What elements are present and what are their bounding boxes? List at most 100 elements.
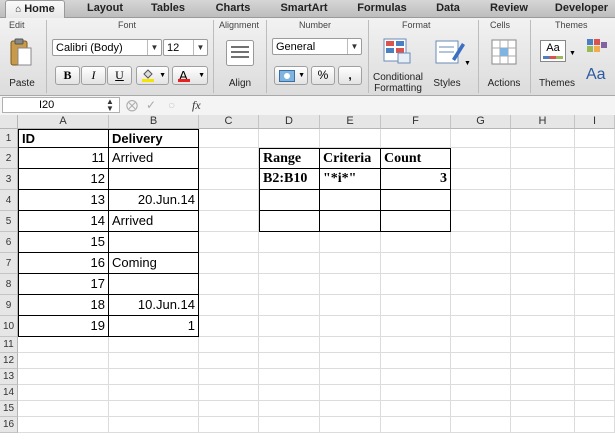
cell-f12[interactable]	[381, 353, 451, 369]
row-header-15[interactable]: 15	[0, 401, 18, 417]
cell-e5[interactable]	[320, 211, 381, 232]
cell-c13[interactable]	[199, 369, 259, 385]
cell-h1[interactable]	[511, 129, 575, 148]
cell-d13[interactable]	[259, 369, 320, 385]
cell-d10[interactable]	[259, 316, 320, 337]
cell-h7[interactable]	[511, 253, 575, 274]
cell-h2[interactable]	[511, 148, 575, 169]
cell-e16[interactable]	[320, 417, 381, 433]
row-header-1[interactable]: 1	[0, 129, 18, 148]
cell-i3[interactable]	[575, 169, 615, 190]
cell-i6[interactable]	[575, 232, 615, 253]
cell-e11[interactable]	[320, 337, 381, 353]
column-header-e[interactable]: E	[320, 115, 381, 129]
cell-d3[interactable]: B2:B10	[259, 169, 320, 190]
cell-b15[interactable]	[109, 401, 199, 417]
italic-button[interactable]: I	[81, 66, 106, 85]
cell-i9[interactable]	[575, 295, 615, 316]
cell-d14[interactable]	[259, 385, 320, 401]
cell-d8[interactable]	[259, 274, 320, 295]
cell-f16[interactable]	[381, 417, 451, 433]
column-header-b[interactable]: B	[109, 115, 199, 129]
cell-i10[interactable]	[575, 316, 615, 337]
cell-i4[interactable]	[575, 190, 615, 211]
cell-e12[interactable]	[320, 353, 381, 369]
cell-b12[interactable]	[109, 353, 199, 369]
column-header-f[interactable]: F	[381, 115, 451, 129]
row-header-16[interactable]: 16	[0, 417, 18, 433]
cell-b13[interactable]	[109, 369, 199, 385]
cell-h6[interactable]	[511, 232, 575, 253]
cell-i7[interactable]	[575, 253, 615, 274]
cell-d5[interactable]	[259, 211, 320, 232]
cell-d4[interactable]	[259, 190, 320, 211]
cell-b8[interactable]	[109, 274, 199, 295]
cell-f8[interactable]	[381, 274, 451, 295]
tab-formulas[interactable]: Formulas	[348, 0, 416, 17]
conditional-formatting-button[interactable]: Conditional Formatting	[371, 34, 425, 94]
cell-d15[interactable]	[259, 401, 320, 417]
cell-c14[interactable]	[199, 385, 259, 401]
cell-f7[interactable]	[381, 253, 451, 274]
tab-charts[interactable]: Charts	[205, 0, 261, 17]
cell-h5[interactable]	[511, 211, 575, 232]
cell-a10[interactable]: 19	[18, 316, 109, 337]
cell-f9[interactable]	[381, 295, 451, 316]
select-all-corner[interactable]	[0, 115, 18, 129]
formula-input[interactable]	[212, 97, 612, 113]
column-header-c[interactable]: C	[199, 115, 259, 129]
cell-d7[interactable]	[259, 253, 320, 274]
cell-d11[interactable]	[259, 337, 320, 353]
cell-g10[interactable]	[451, 316, 511, 337]
cell-e6[interactable]	[320, 232, 381, 253]
cell-c2[interactable]	[199, 148, 259, 169]
cell-e13[interactable]	[320, 369, 381, 385]
cell-g3[interactable]	[451, 169, 511, 190]
cell-i13[interactable]	[575, 369, 615, 385]
cell-d6[interactable]	[259, 232, 320, 253]
cell-h3[interactable]	[511, 169, 575, 190]
row-header-5[interactable]: 5	[0, 211, 18, 232]
row-header-6[interactable]: 6	[0, 232, 18, 253]
cell-g11[interactable]	[451, 337, 511, 353]
cell-a9[interactable]: 18	[18, 295, 109, 316]
cell-d9[interactable]	[259, 295, 320, 316]
cell-b2[interactable]: Arrived	[109, 148, 199, 169]
font-name-select[interactable]: Calibri (Body) ▼	[52, 39, 162, 56]
cell-e3[interactable]: "*i*"	[320, 169, 381, 190]
cell-c8[interactable]	[199, 274, 259, 295]
cell-g14[interactable]	[451, 385, 511, 401]
cell-d12[interactable]	[259, 353, 320, 369]
cell-g8[interactable]	[451, 274, 511, 295]
cell-i11[interactable]	[575, 337, 615, 353]
cell-b16[interactable]	[109, 417, 199, 433]
cell-f11[interactable]	[381, 337, 451, 353]
name-box[interactable]: I20	[2, 97, 120, 113]
cell-e4[interactable]	[320, 190, 381, 211]
align-button[interactable]: Align	[219, 36, 261, 92]
cancel-icon[interactable]: ⨂	[126, 97, 138, 113]
row-header-11[interactable]: 11	[0, 337, 18, 353]
underline-button[interactable]: U	[107, 66, 132, 85]
tab-tables[interactable]: Tables	[140, 0, 196, 17]
cell-a14[interactable]	[18, 385, 109, 401]
row-header-13[interactable]: 13	[0, 369, 18, 385]
cell-h9[interactable]	[511, 295, 575, 316]
cell-c1[interactable]	[199, 129, 259, 148]
column-header-g[interactable]: G	[451, 115, 511, 129]
cell-c4[interactable]	[199, 190, 259, 211]
cell-e15[interactable]	[320, 401, 381, 417]
row-header-9[interactable]: 9	[0, 295, 18, 316]
cell-f1[interactable]	[381, 129, 451, 148]
cell-b3[interactable]	[109, 169, 199, 190]
cell-g6[interactable]	[451, 232, 511, 253]
cell-a15[interactable]	[18, 401, 109, 417]
font-color-button[interactable]: A ▼	[172, 66, 208, 85]
cell-g1[interactable]	[451, 129, 511, 148]
cell-f6[interactable]	[381, 232, 451, 253]
cell-g4[interactable]	[451, 190, 511, 211]
cell-b6[interactable]	[109, 232, 199, 253]
theme-fonts-button[interactable]: Aa	[584, 64, 612, 90]
row-header-4[interactable]: 4	[0, 190, 18, 211]
row-header-8[interactable]: 8	[0, 274, 18, 295]
